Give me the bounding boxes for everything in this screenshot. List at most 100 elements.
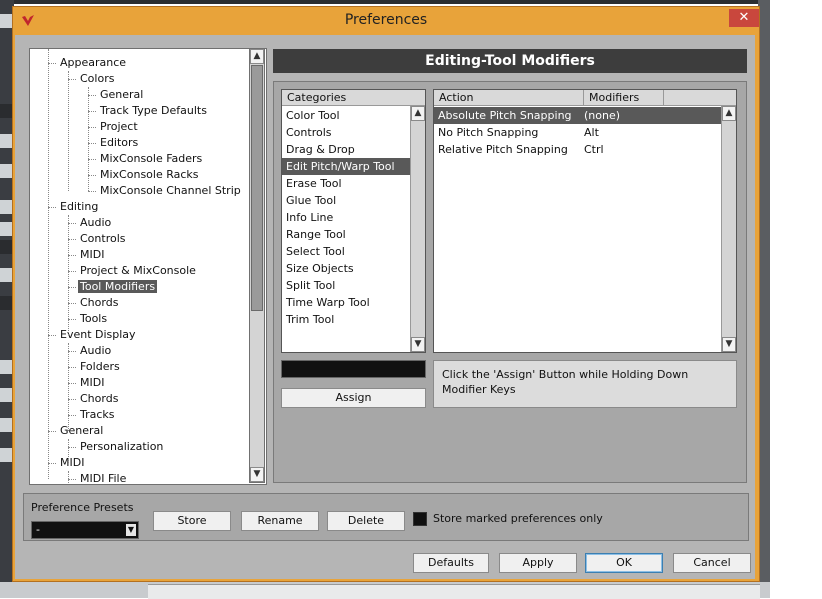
- tree-item-label: Event Display: [60, 328, 136, 341]
- tree-item[interactable]: General: [58, 423, 105, 439]
- categories-scrollbar[interactable]: ▲ ▼: [410, 106, 425, 352]
- tree-item[interactable]: Project: [98, 119, 140, 135]
- scroll-up-icon[interactable]: ▲: [250, 49, 264, 64]
- tree-item[interactable]: Track Type Defaults: [98, 103, 209, 119]
- tree-item-label: Project & MixConsole: [80, 264, 196, 277]
- table-row[interactable]: Absolute Pitch Snapping (none): [434, 107, 721, 124]
- scroll-up-icon[interactable]: ▲: [722, 106, 736, 121]
- tree-item[interactable]: MIDI: [78, 247, 106, 263]
- tree-connector: [68, 383, 76, 384]
- tree-item-label: Controls: [80, 232, 126, 245]
- modifiers-column-header[interactable]: Modifiers: [584, 90, 664, 106]
- tree-connector: [88, 95, 96, 96]
- tree-item[interactable]: Personalization: [78, 439, 165, 455]
- tree-item[interactable]: Event Display: [58, 327, 138, 343]
- preferences-tree[interactable]: Appearance Colors General Track Type Defaul…: [29, 48, 267, 485]
- tree-item[interactable]: General: [98, 87, 145, 103]
- categories-list[interactable]: Categories Color Tool Controls Drag & Drop…: [281, 89, 426, 353]
- tree-item-label: Tools: [80, 312, 108, 325]
- tree-item-label: Editors: [100, 136, 139, 149]
- tree-item[interactable]: Editing: [58, 199, 100, 215]
- scroll-down-icon[interactable]: ▼: [250, 467, 264, 482]
- tree-item-label: Track Type Defaults: [100, 104, 207, 117]
- category-item[interactable]: Edit Pitch/Warp Tool: [282, 158, 410, 175]
- tree-connector: [48, 63, 56, 64]
- tree-item[interactable]: MIDI: [58, 455, 86, 471]
- dialog-body: Appearance Colors General Track Type Defaul…: [15, 35, 755, 579]
- tree-item[interactable]: MIDI File: [78, 471, 128, 485]
- scroll-down-icon[interactable]: ▼: [722, 337, 736, 352]
- tree-item[interactable]: Tracks: [78, 407, 117, 423]
- tree-connector: [48, 335, 56, 336]
- modifier-key-field[interactable]: [281, 360, 426, 378]
- tree-item-label: Chords: [80, 392, 119, 405]
- tree-item[interactable]: Chords: [78, 391, 120, 407]
- category-item[interactable]: Erase Tool: [282, 175, 410, 192]
- category-item[interactable]: Info Line: [282, 209, 410, 226]
- category-item[interactable]: Time Warp Tool: [282, 294, 410, 311]
- tree-item[interactable]: Chords: [78, 295, 120, 311]
- category-item[interactable]: Glue Tool: [282, 192, 410, 209]
- tree-item[interactable]: Colors: [78, 71, 116, 87]
- tree-connector: [88, 127, 96, 128]
- tree-item[interactable]: Tools: [78, 311, 109, 327]
- tree-connector: [48, 49, 49, 479]
- title-bar[interactable]: Preferences ✕: [13, 7, 759, 35]
- defaults-button[interactable]: Defaults: [413, 553, 489, 573]
- rename-button[interactable]: Rename: [241, 511, 319, 531]
- tree-item-label: Colors: [80, 72, 115, 85]
- modifiers-cell: Alt: [584, 126, 599, 139]
- tree-item[interactable]: Editors: [98, 135, 140, 151]
- tree-connector: [68, 471, 69, 484]
- tree-item[interactable]: Appearance: [58, 55, 128, 71]
- ok-button[interactable]: OK: [585, 553, 663, 573]
- close-button[interactable]: ✕: [729, 9, 759, 27]
- apply-button[interactable]: Apply: [499, 553, 577, 573]
- category-item[interactable]: Color Tool: [282, 107, 410, 124]
- store-button[interactable]: Store: [153, 511, 231, 531]
- tree-item[interactable]: MIDI: [78, 375, 106, 391]
- tree-item[interactable]: MixConsole Faders: [98, 151, 204, 167]
- tree-connector: [68, 255, 76, 256]
- action-column-header[interactable]: Action: [434, 90, 584, 106]
- tree-item[interactable]: MixConsole Racks: [98, 167, 201, 183]
- actions-scrollbar[interactable]: ▲ ▼: [721, 106, 736, 352]
- tree-item[interactable]: Controls: [78, 231, 128, 247]
- tree-item-label: MIDI: [80, 248, 105, 261]
- category-item[interactable]: Drag & Drop: [282, 141, 410, 158]
- category-item[interactable]: Split Tool: [282, 277, 410, 294]
- tree-scrollbar[interactable]: ▲ ▼: [249, 48, 265, 483]
- tree-item-label: MIDI File: [80, 472, 127, 485]
- category-item[interactable]: Select Tool: [282, 243, 410, 260]
- tree-item[interactable]: Project & MixConsole: [78, 263, 198, 279]
- tree-item[interactable]: Audio: [78, 215, 113, 231]
- assign-hint: Click the 'Assign' Button while Holding …: [433, 360, 737, 408]
- tree-item[interactable]: MixConsole Channel Strip: [98, 183, 243, 199]
- assign-button[interactable]: Assign: [281, 388, 426, 408]
- category-item[interactable]: Range Tool: [282, 226, 410, 243]
- tree-item[interactable]: Folders: [78, 359, 122, 375]
- chevron-down-icon[interactable]: ▼: [126, 524, 136, 536]
- tree-connector: [68, 223, 76, 224]
- table-row[interactable]: Relative Pitch Snapping Ctrl: [434, 141, 721, 158]
- cancel-button[interactable]: Cancel: [673, 553, 751, 573]
- scroll-up-icon[interactable]: ▲: [411, 106, 425, 121]
- tree-item[interactable]: Tool Modifiers: [78, 279, 158, 295]
- category-item[interactable]: Size Objects: [282, 260, 410, 277]
- tree-connector: [68, 479, 76, 480]
- table-row[interactable]: No Pitch Snapping Alt: [434, 124, 721, 141]
- tree-item-label: Editing: [60, 200, 99, 213]
- tree-item[interactable]: Audio: [78, 343, 113, 359]
- presets-selected-value: -: [36, 523, 40, 536]
- category-item[interactable]: Controls: [282, 124, 410, 141]
- tree-connector: [68, 399, 76, 400]
- store-marked-checkbox[interactable]: [413, 512, 427, 526]
- presets-dropdown[interactable]: - ▼: [31, 521, 139, 539]
- scroll-down-icon[interactable]: ▼: [411, 337, 425, 352]
- tree-connector: [88, 191, 96, 192]
- category-item[interactable]: Trim Tool: [282, 311, 410, 328]
- scrollbar-thumb[interactable]: [251, 65, 263, 311]
- actions-table[interactable]: Action Modifiers Absolute Pitch Snapping…: [433, 89, 737, 353]
- page-title: Editing-Tool Modifiers: [273, 49, 747, 73]
- delete-button[interactable]: Delete: [327, 511, 405, 531]
